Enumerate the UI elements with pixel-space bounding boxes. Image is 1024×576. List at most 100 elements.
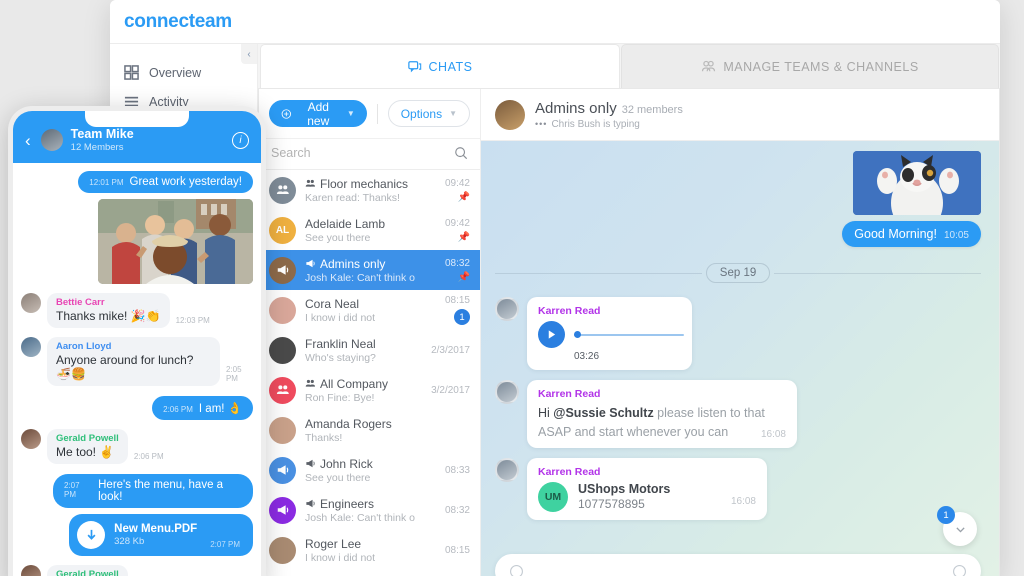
chat-item-title-text: Roger Lee (305, 537, 361, 551)
tab-strip: CHATS MANAGE TEAMS & CHANNELS (258, 44, 1000, 88)
download-icon[interactable] (77, 521, 105, 549)
avatar (495, 380, 519, 404)
search-input[interactable]: Search (271, 146, 311, 160)
message-time: 12:01 PM (89, 178, 123, 187)
unread-badge: 1 (937, 506, 955, 524)
message-sender: Aaron Lloyd (56, 341, 211, 352)
options-button[interactable]: Options ▼ (388, 100, 470, 127)
incoming-message-text: Karren Read Hi @Sussie Schultz please li… (495, 380, 981, 448)
chat-list-item[interactable]: Floor mechanicsKaren read: Thanks!09:42📌 (259, 170, 480, 210)
back-button[interactable]: ‹ (25, 132, 31, 149)
chat-list-item[interactable]: EngineersJosh Kale: Can't think of any 08… (259, 490, 480, 530)
chat-item-time: 09:42 (424, 218, 470, 229)
team-icon (276, 383, 290, 397)
audio-duration: 03:26 (574, 351, 681, 362)
chat-list-item[interactable]: Amanda RogersThanks! (259, 410, 480, 450)
chat-item-content: Cora NealI know i did not (305, 297, 415, 324)
chat-item-preview: Thanks! (305, 432, 415, 444)
phone-bubble: Gerald Powell Me too! ✌️ (47, 429, 128, 464)
chat-list-item[interactable]: ALAdelaide LambSee you there09:42📌 (259, 210, 480, 250)
message-composer[interactable] (495, 554, 981, 576)
phone-message-incoming: Gerald Powell Me too! ✌️ 2:06 PM (21, 429, 253, 464)
chat-item-preview: Who's staying? (305, 352, 415, 364)
chat-list-rows: Floor mechanicsKaren read: Thanks!09:42📌… (259, 170, 480, 576)
message-time: 2:06 PM (163, 405, 193, 414)
chat-item-meta: 08:15 (424, 545, 470, 556)
chat-bubble-icon (408, 60, 422, 74)
chat-list-item[interactable]: Cora NealI know i did not 08:151 (259, 290, 480, 330)
grid-icon (124, 65, 139, 80)
chat-item-preview: I know i did not (305, 552, 415, 564)
play-icon (546, 329, 557, 340)
chat-item-meta: 09:42 📌 (424, 218, 470, 243)
phone-file-attachment[interactable]: New Menu.PDF 328 Kb 2:07 PM (69, 514, 253, 556)
options-label: Options (401, 107, 442, 121)
chat-list-item[interactable]: All CompanyRon Fine: Bye!3/2/2017 (259, 370, 480, 410)
conversation-header: Admins only 32 members ••• Chris Bush is… (481, 89, 999, 141)
channel-megaphone-icon (276, 463, 290, 477)
info-button[interactable]: i (232, 132, 249, 149)
chat-item-time: 08:15 (424, 295, 470, 306)
typing-dots-icon: ••• (535, 119, 547, 129)
chat-item-title: Roger Lee (305, 537, 415, 551)
main-area: CHATS MANAGE TEAMS & CHANNELS (258, 44, 1000, 576)
chat-item-content: Admins onlyJosh Kale: Can't think of any (305, 257, 415, 284)
contact-card[interactable]: UM UShops Motors 1077578895 16:08 (538, 482, 756, 512)
message-image[interactable] (853, 151, 981, 215)
sidebar-item-overview[interactable]: Overview (110, 58, 257, 87)
emoji-icon[interactable] (509, 564, 524, 576)
pin-icon[interactable]: 📌 (424, 192, 470, 203)
conversation-title: Admins only (535, 100, 617, 117)
chat-list-item[interactable]: John RickSee you there08:33 (259, 450, 480, 490)
tab-chats[interactable]: CHATS (260, 44, 620, 88)
message-lead: Hi (538, 406, 553, 420)
search-row[interactable]: Search (259, 138, 480, 170)
chat-item-content: EngineersJosh Kale: Can't think of any (305, 497, 415, 524)
message-time: 2:06 PM (134, 452, 164, 461)
avatar (21, 429, 41, 449)
phone-message-incoming: Gerald Powell Thank you! 2:06 PM (21, 565, 253, 576)
chat-item-title-text: Adelaide Lamb (305, 217, 385, 231)
play-button[interactable] (538, 321, 565, 348)
tab-manage-teams-channels[interactable]: MANAGE TEAMS & CHANNELS (621, 44, 999, 88)
sidebar-collapse-button[interactable]: ‹ (241, 44, 257, 64)
phone-messages: 12:01 PM Great work yesterday! (13, 163, 261, 576)
add-new-button[interactable]: Add new ▼ (269, 100, 367, 127)
chat-item-title-text: All Company (320, 377, 388, 391)
conversation-body: Good Morning! 10:05 Sep 19 (481, 141, 999, 576)
chat-item-time: 08:32 (424, 505, 470, 516)
message-text: Thanks mike! 🎉👏 (56, 309, 161, 323)
chat-item-meta: 08:151 (424, 295, 470, 325)
search-icon[interactable] (454, 146, 468, 160)
progress-knob[interactable] (574, 331, 581, 338)
phone-bubble: Aaron Lloyd Anyone around for lunch? 🍜🍔 (47, 337, 220, 386)
phone-message-photo[interactable] (98, 199, 253, 284)
chat-item-time: 2/3/2017 (424, 345, 470, 356)
message-sender: Karren Read (538, 388, 786, 400)
chat-item-content: Franklin NealWho's staying? (305, 337, 415, 364)
chat-list-item[interactable]: Franklin NealWho's staying? 2/3/2017 (259, 330, 480, 370)
day-separator: Sep 19 (495, 263, 981, 283)
chat-list-item[interactable]: Roger LeeI know i did not 08:15 (259, 530, 480, 570)
channel-megaphone-icon (305, 458, 316, 469)
audio-progress-slider[interactable] (574, 334, 684, 336)
message-time: 10:05 (944, 230, 969, 241)
pin-icon[interactable]: 📌 (424, 272, 470, 283)
channel-megaphone-icon (276, 503, 290, 517)
audio-player[interactable] (538, 321, 681, 348)
divider (495, 273, 702, 274)
phone-chat-header: ‹ Team Mike 12 Members i (13, 111, 261, 163)
scroll-to-bottom-button[interactable]: 1 (943, 512, 977, 546)
chat-item-title-text: Engineers (320, 497, 374, 511)
audio-bubble: Karren Read (527, 297, 692, 370)
pin-icon[interactable]: 📌 (424, 232, 470, 243)
chat-list-item[interactable]: Admins onlyJosh Kale: Can't think of any… (259, 250, 480, 290)
send-icon[interactable] (952, 564, 967, 576)
mention[interactable]: @Sussie Schultz (553, 406, 653, 420)
chat-item-meta: 2/3/2017 (424, 345, 470, 356)
chat-item-content: Adelaide LambSee you there (305, 217, 415, 244)
team-icon (276, 183, 290, 197)
phone-message-incoming: Aaron Lloyd Anyone around for lunch? 🍜🍔 … (21, 337, 253, 386)
chat-item-content: John RickSee you there (305, 457, 415, 484)
conversation-members: 32 members (622, 104, 683, 116)
